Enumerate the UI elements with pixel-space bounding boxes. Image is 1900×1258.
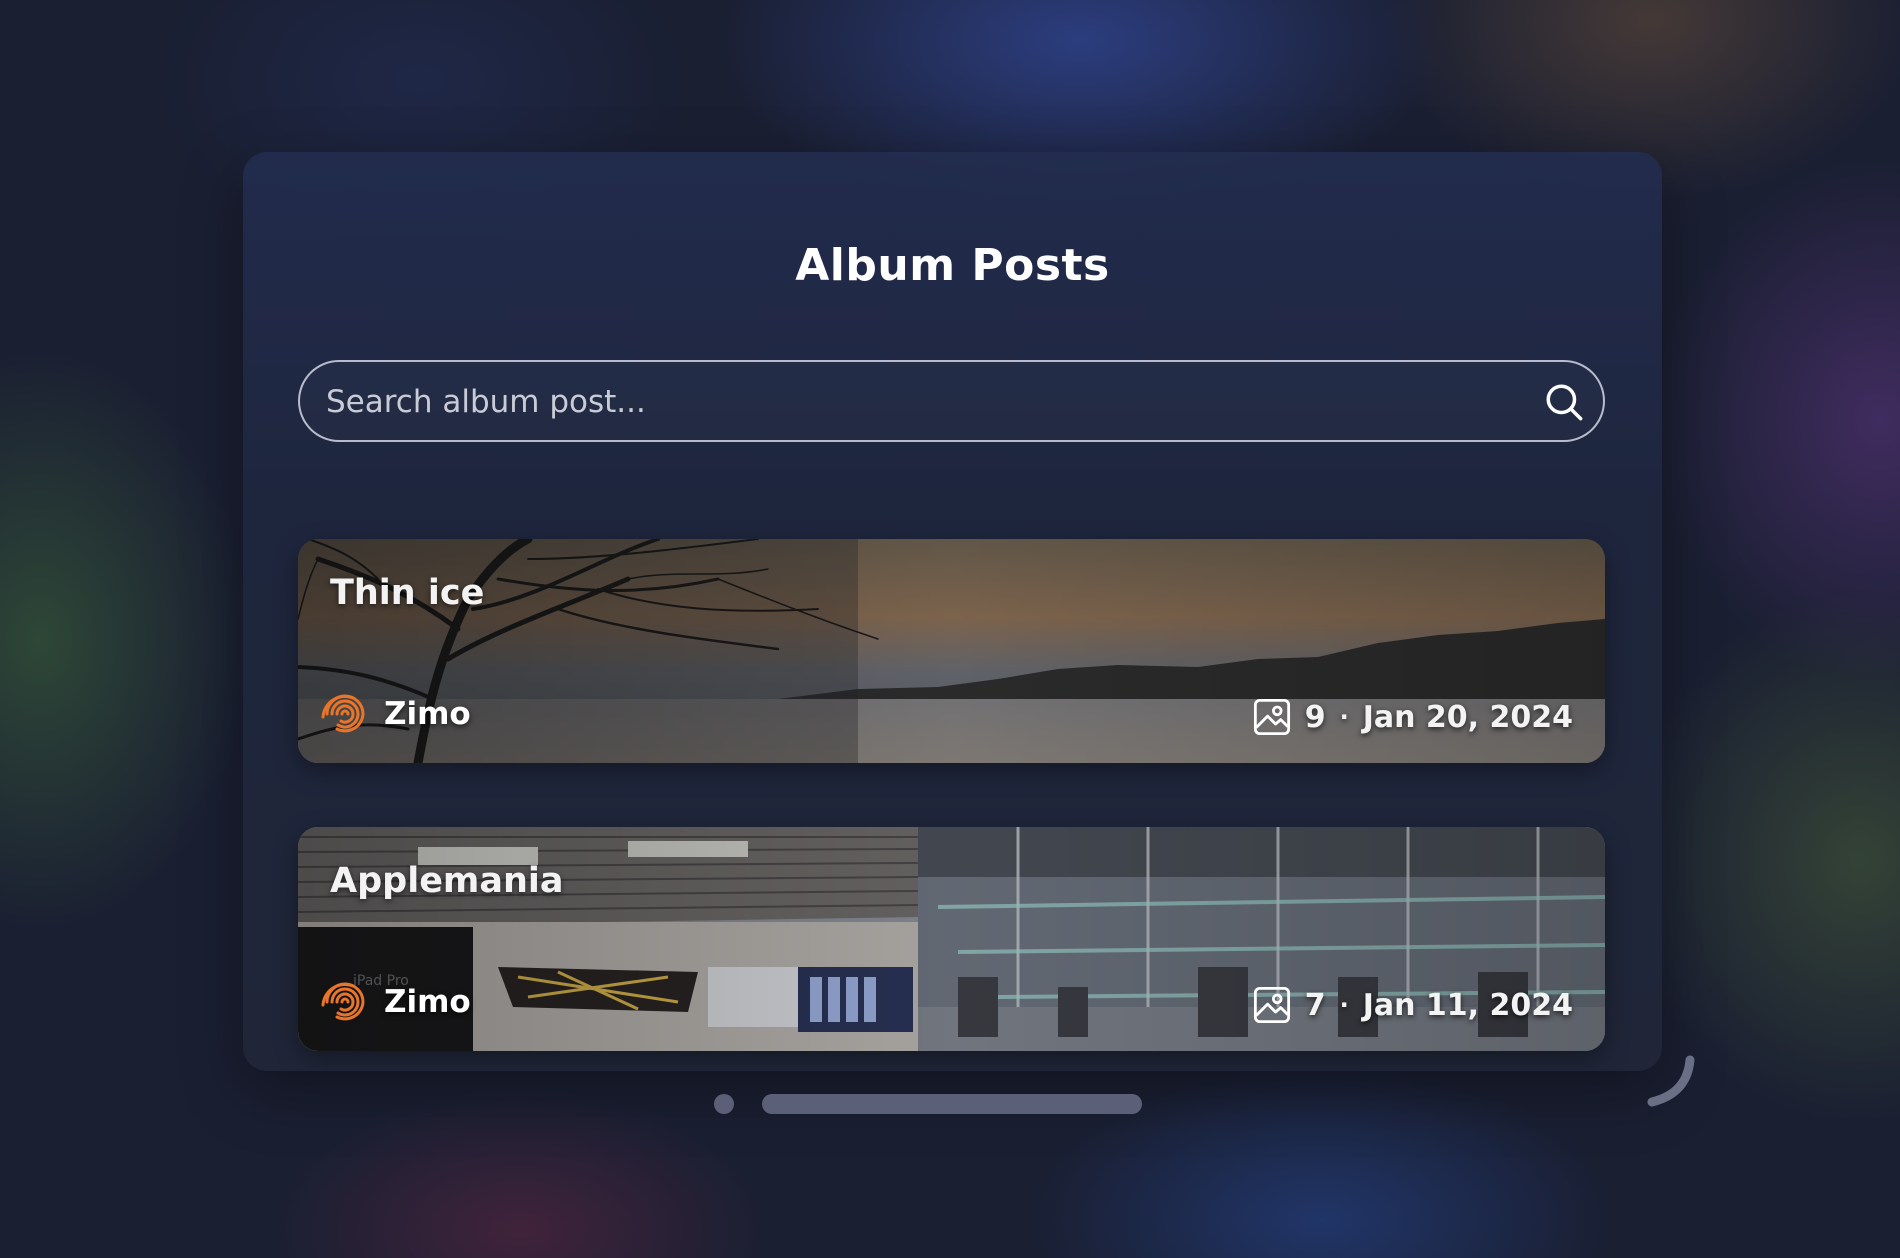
- post-date: Jan 11, 2024: [1362, 987, 1573, 1023]
- photo-count: 9: [1304, 699, 1326, 735]
- search-input[interactable]: [324, 362, 1508, 442]
- page-title: Album Posts: [795, 240, 1110, 291]
- album-post-card[interactable]: iPad Pro: [298, 827, 1605, 1051]
- post-meta: 9 · Jan 20, 2024: [1251, 696, 1573, 738]
- avatar: [321, 982, 365, 1021]
- author-name: Zimo: [384, 696, 471, 732]
- photo-icon: [1253, 986, 1290, 1024]
- album-post-card[interactable]: Thin ice Zimo 9 · Jan 20, 2024: [298, 539, 1605, 763]
- album-posts-panel: Album Posts Search album post... Thin ic…: [243, 152, 1662, 1071]
- search-bar: [298, 360, 1605, 442]
- post-author: Zimo: [320, 977, 471, 1027]
- post-title: Applemania: [330, 861, 564, 901]
- author-name: Zimo: [384, 984, 471, 1020]
- post-title: Thin ice: [330, 573, 485, 613]
- post-date: Jan 20, 2024: [1362, 699, 1573, 735]
- photo-count: 7: [1304, 987, 1326, 1023]
- meta-separator: ·: [1339, 703, 1349, 731]
- search-icon[interactable]: [1543, 381, 1585, 423]
- scroll-indicator-dot: [714, 1094, 734, 1114]
- resize-handle-icon[interactable]: [1640, 1052, 1700, 1112]
- meta-separator: ·: [1339, 991, 1349, 1019]
- post-author: Zimo: [320, 689, 471, 739]
- scrollbar-thumb[interactable]: [762, 1094, 1142, 1114]
- post-meta: 7 · Jan 11, 2024: [1251, 984, 1573, 1026]
- avatar: [321, 694, 365, 733]
- photo-icon: [1253, 698, 1290, 736]
